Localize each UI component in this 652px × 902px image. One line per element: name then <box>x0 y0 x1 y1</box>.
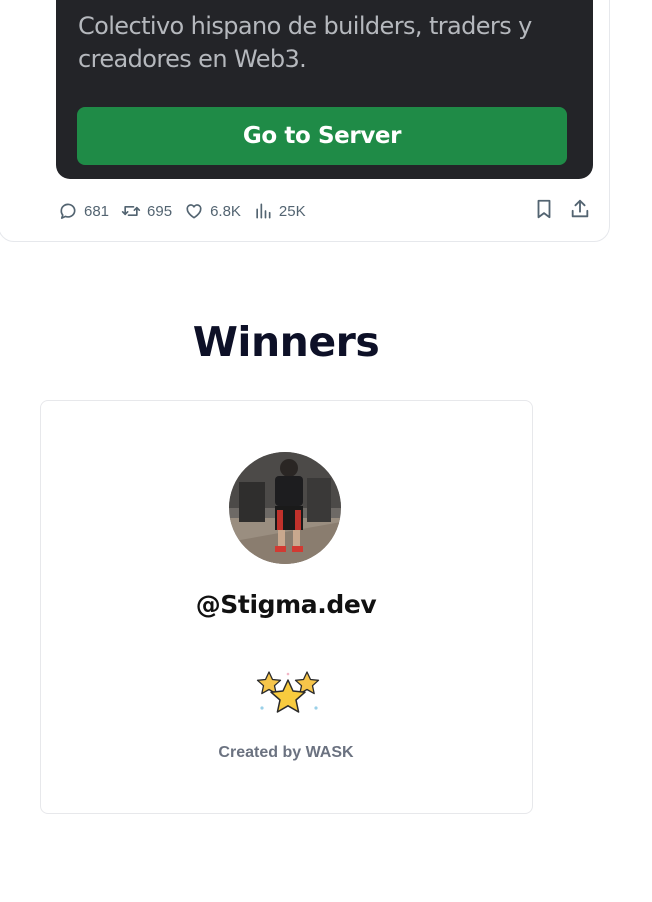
like-icon <box>186 204 202 219</box>
tweet-actions: 681 695 6.8K 25K <box>58 198 318 224</box>
winner-handle: @Stigma.dev <box>195 590 377 619</box>
like-action[interactable]: 6.8K <box>184 201 241 221</box>
views-icon <box>256 203 271 219</box>
created-by-credit: Created by WASK <box>218 744 354 761</box>
like-count: 6.8K <box>210 202 241 220</box>
repost-count: 695 <box>147 202 173 220</box>
winners-heading: Winners <box>192 318 380 366</box>
views-action[interactable]: 25K <box>253 201 306 221</box>
views-count: 25K <box>278 202 306 220</box>
embed-description: Colectivo hispano de builders, traders y… <box>78 12 532 73</box>
repost-icon <box>121 206 141 216</box>
reply-icon <box>60 203 76 219</box>
reply-count: 681 <box>84 202 110 220</box>
stars-icon <box>256 671 320 713</box>
reply-action[interactable]: 681 <box>58 201 109 221</box>
tweet-right-actions <box>533 198 605 220</box>
bookmark-icon[interactable] <box>533 198 555 220</box>
go-to-server-button[interactable]: Go to Server <box>77 107 567 165</box>
share-icon[interactable] <box>569 198 591 220</box>
avatar <box>229 452 341 564</box>
repost-action[interactable]: 695 <box>121 201 172 221</box>
